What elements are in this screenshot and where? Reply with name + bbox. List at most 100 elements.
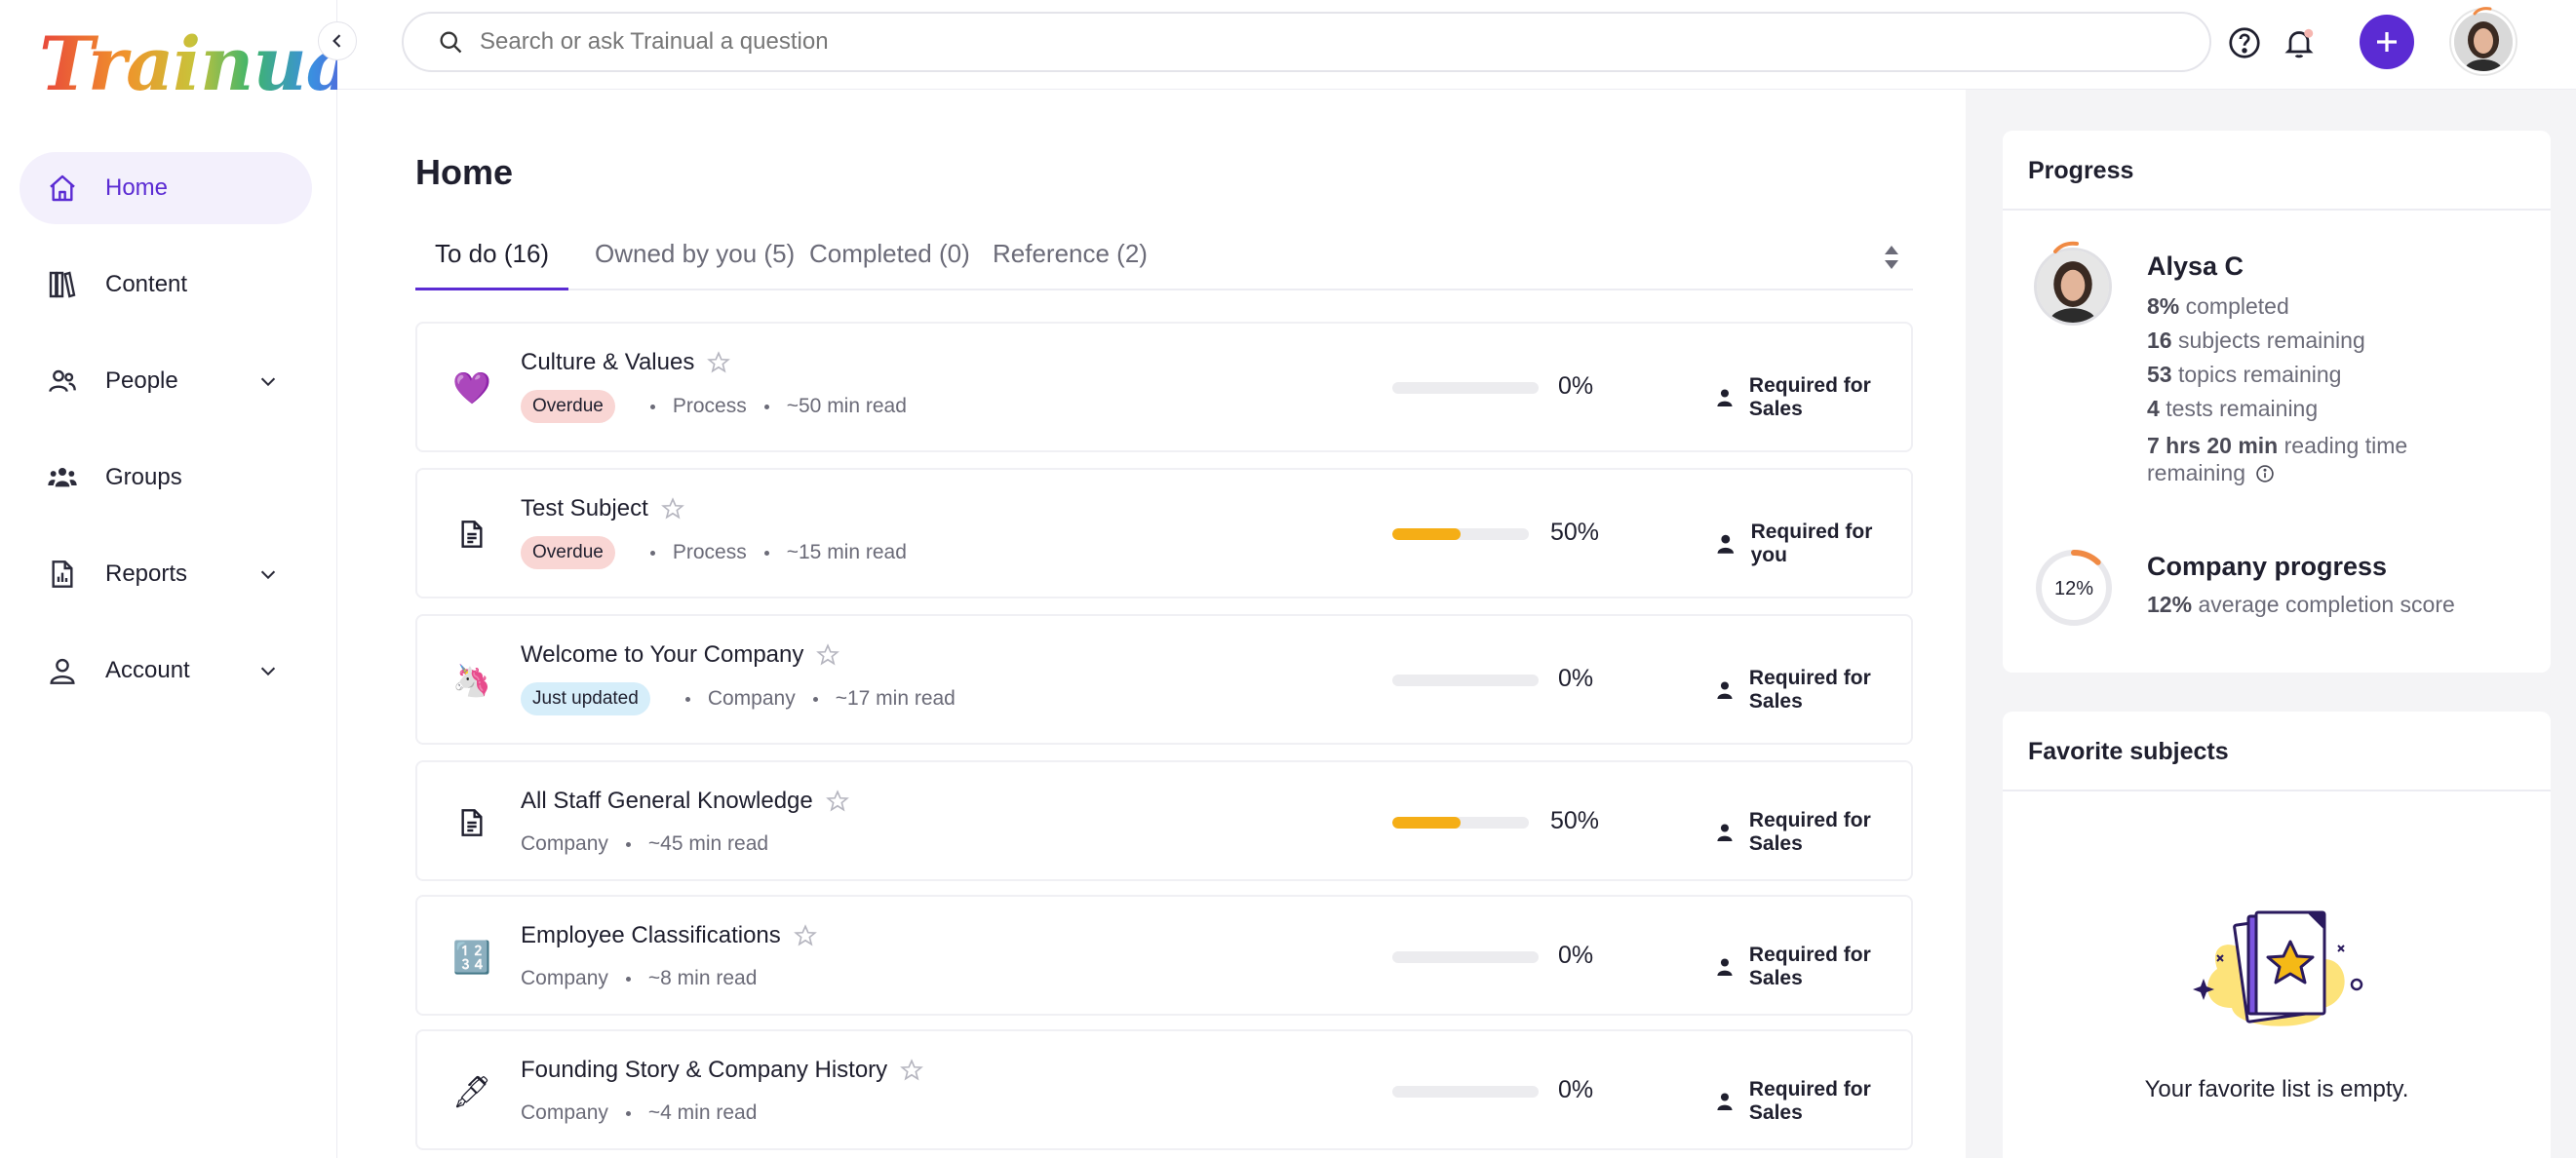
empty-favorites-text: Your favorite list is empty. [2144, 1076, 2409, 1102]
subject-type: Company [707, 687, 796, 710]
progress-percent: 0% [1558, 1076, 1594, 1103]
subject-meta: Company ~8 min read [521, 967, 757, 990]
sidebar-item-label: Groups [105, 464, 182, 490]
chevron-down-icon[interactable] [257, 563, 279, 590]
subject-card[interactable]: Test Subject Overdue Process ~15 min rea… [415, 468, 1913, 598]
subject-title[interactable]: Culture & Values [521, 349, 694, 376]
company-progress-donut: 12% [2036, 550, 2112, 626]
progress-bar [1392, 675, 1539, 686]
subject-title[interactable]: Test Subject [521, 495, 648, 522]
subject-meta: Overdue Process ~50 min read [521, 390, 907, 423]
person-icon [1717, 534, 1735, 554]
chevron-down-icon[interactable] [257, 660, 279, 686]
sort-button[interactable] [1882, 244, 1901, 276]
progress-percent: 50% [1550, 519, 1600, 546]
subjects-remaining-stat: 16 subjects remaining [2147, 328, 2365, 353]
person-icon [1717, 824, 1733, 841]
tab-owned-by-you[interactable]: Owned by you (5) [575, 234, 814, 290]
requirement-text: Required for Sales [1748, 1078, 1871, 1124]
progress-percent: 50% [1550, 807, 1600, 834]
star-icon[interactable] [825, 789, 850, 814]
subject-card[interactable]: All Staff General Knowledge Company ~45 … [415, 760, 1913, 881]
subject-card[interactable]: 💜 Culture & Values Overdue Process ~50 m… [415, 322, 1913, 452]
groups-icon [45, 460, 80, 495]
subject-card[interactable]: 🔢 Employee Classifications Company ~8 mi… [415, 895, 1913, 1016]
subject-title[interactable]: Founding Story & Company History [521, 1057, 887, 1084]
avatar-portrait-icon [2454, 13, 2513, 71]
star-icon[interactable] [793, 923, 818, 948]
company-progress-stat: 12% average completion score [2147, 592, 2455, 617]
requirement-label: Required for Sales [1716, 667, 1911, 714]
help-icon [2229, 27, 2260, 58]
topics-remaining-stat: 53 topics remaining [2147, 362, 2342, 387]
progress-panel: Progress Alysa C 8% completed 16 subject… [2003, 131, 2551, 673]
avatar-progress-ring-icon [2473, 7, 2492, 16]
add-button[interactable] [2360, 15, 2414, 69]
sidebar-item-people[interactable]: People [20, 345, 312, 417]
star-icon[interactable] [815, 642, 840, 668]
document-icon [452, 515, 491, 554]
search-icon [440, 31, 462, 54]
subject-card[interactable]: 🦄 Welcome to Your Company Just updated C… [415, 614, 1913, 745]
sidebar: Trainual Home Content People Groups Repo… [0, 0, 381, 1158]
subject-card[interactable]: 🖋 Founding Story & Company History Compa… [415, 1029, 1913, 1150]
search-input[interactable] [480, 28, 2137, 56]
sidebar-item-reports[interactable]: Reports [20, 538, 312, 610]
user-avatar[interactable] [2451, 10, 2516, 74]
star-icon[interactable] [706, 350, 731, 375]
search-bar[interactable] [402, 12, 2211, 72]
subject-meta: Company ~45 min read [521, 832, 768, 856]
separator-dot [649, 404, 655, 409]
subject-title[interactable]: Welcome to Your Company [521, 641, 803, 669]
home-icon [45, 171, 80, 206]
subject-title[interactable]: Employee Classifications [521, 922, 781, 949]
chevron-down-icon[interactable] [257, 370, 279, 397]
tab-to-do[interactable]: To do (16) [415, 234, 569, 290]
read-time: ~45 min read [647, 832, 769, 855]
requirement-text: Required for Sales [1748, 374, 1871, 420]
subject-title-row: Test Subject [521, 495, 685, 522]
requirement-text: Required for Sales [1748, 944, 1871, 989]
requirement-text: Required for you [1750, 521, 1873, 566]
plus-icon [2377, 32, 2397, 52]
avatar-progress-ring-icon [2053, 241, 2079, 253]
help-button[interactable] [2225, 23, 2264, 62]
sort-icon [1885, 246, 1898, 269]
sidebar-item-account[interactable]: Account [20, 635, 312, 707]
requirement-text: Required for Sales [1748, 667, 1871, 713]
user-name: Alysa C [2147, 251, 2244, 281]
progress-percent: 0% [1558, 665, 1594, 692]
separator-dot [812, 696, 818, 702]
status-badge: Overdue [521, 536, 615, 569]
subject-tabs: To do (16) Owned by you (5) Completed (0… [415, 234, 1913, 290]
info-icon[interactable] [2255, 464, 2275, 483]
subject-title[interactable]: All Staff General Knowledge [521, 788, 813, 815]
tab-reference[interactable]: Reference (2) [973, 234, 1167, 290]
tab-completed[interactable]: Completed (0) [790, 234, 990, 290]
separator-dot [763, 404, 769, 409]
sidebar-nav: Home Content People Groups Reports Accou… [20, 152, 312, 731]
subject-title-row: Welcome to Your Company [521, 641, 840, 669]
subject-type: Process [672, 541, 747, 563]
sidebar-item-home[interactable]: Home [20, 152, 312, 224]
sidebar-item-label: Reports [105, 560, 188, 587]
star-icon[interactable] [899, 1058, 924, 1083]
sidebar-item-content[interactable]: Content [20, 249, 312, 321]
collapse-sidebar-button[interactable] [318, 21, 357, 60]
star-icon[interactable] [660, 496, 685, 521]
progress-bar [1392, 382, 1539, 394]
separator-dot [684, 696, 690, 702]
sidebar-item-label: Content [105, 271, 188, 297]
progress-bar-fill [1392, 817, 1461, 829]
company-progress-title: Company progress [2147, 552, 2388, 581]
sidebar-item-groups[interactable]: Groups [20, 442, 312, 514]
chevron-left-icon [332, 34, 341, 48]
notifications-button[interactable] [2280, 23, 2319, 62]
requirement-label: Required for Sales [1716, 944, 1911, 990]
person-icon [1717, 389, 1733, 406]
progress-bar [1392, 528, 1529, 540]
favorites-panel: Favorite subjects Your favorite list is … [2003, 712, 2551, 1158]
person-icon [1717, 681, 1733, 699]
read-time: ~17 min read [835, 687, 956, 710]
numbers-emoji-icon: 🔢 [452, 940, 491, 975]
